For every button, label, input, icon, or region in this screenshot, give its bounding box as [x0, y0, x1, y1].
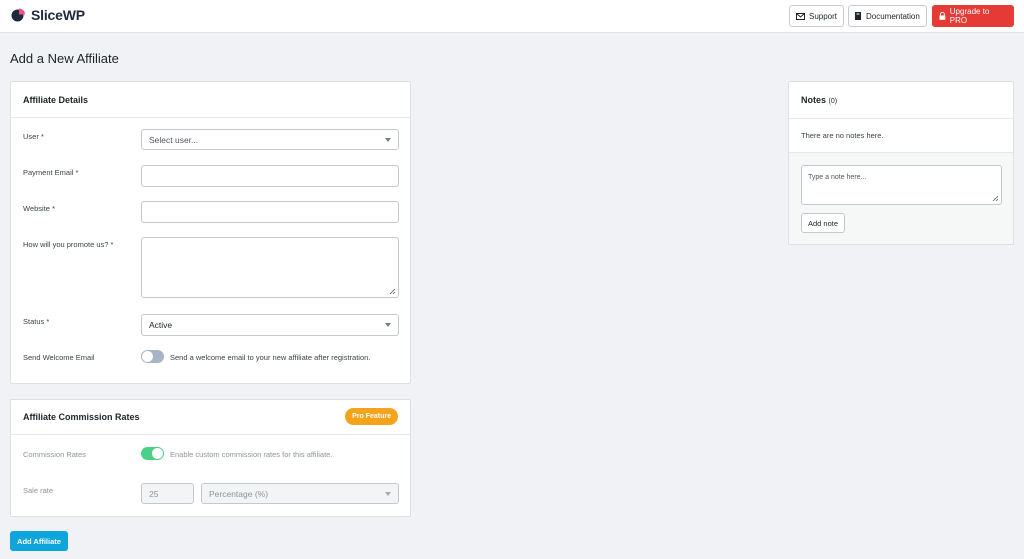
note-textarea[interactable]: Type a note here... — [801, 165, 1002, 205]
commission-rates-description: Enable custom commission rates for this … — [170, 450, 333, 459]
chevron-down-icon — [385, 323, 391, 327]
user-select-placeholder: Select user... — [149, 135, 199, 145]
note-placeholder: Type a note here... — [808, 174, 867, 181]
user-label: User * — [23, 132, 44, 141]
chevron-down-icon — [385, 138, 391, 142]
status-select-value: Active — [149, 320, 173, 330]
support-button[interactable]: Support — [789, 5, 845, 27]
sale-rate-value: 25 — [149, 489, 159, 499]
notes-count: (0) — [828, 98, 838, 105]
commission-rates-toggle[interactable] — [141, 447, 164, 460]
top-bar: SliceWP Support Documentation Upgrade to… — [0, 0, 1024, 33]
page-title: Add a New Affiliate — [10, 51, 119, 66]
notes-empty-text: There are no notes here. — [801, 131, 884, 140]
sale-rate-type-select[interactable]: Percentage (%) — [201, 483, 399, 504]
mail-icon — [796, 12, 805, 20]
upgrade-to-pro-button[interactable]: Upgrade to PRO — [932, 5, 1014, 27]
commission-rates-title: Affiliate Commission Rates — [23, 412, 140, 422]
welcome-email-description: Send a welcome email to your new affilia… — [170, 353, 371, 362]
support-label: Support — [809, 11, 838, 21]
status-select[interactable]: Active — [141, 314, 399, 336]
toggle-knob — [142, 351, 153, 362]
pro-feature-badge: Pro Feature — [345, 408, 398, 425]
slicewp-logo-icon — [11, 8, 25, 22]
chevron-down-icon — [385, 492, 391, 496]
affiliate-details-header: Affiliate Details — [11, 82, 410, 118]
payment-email-label: Payment Email * — [23, 168, 79, 177]
commission-rates-label: Commission Rates — [23, 450, 86, 459]
sale-rate-type-value: Percentage (%) — [209, 489, 269, 499]
promote-label: How will you promote us? * — [23, 240, 114, 249]
add-note-button[interactable]: Add note — [801, 213, 846, 233]
sale-rate-label: Sale rate — [23, 486, 54, 495]
documentation-button[interactable]: Documentation — [848, 5, 927, 27]
commission-rates-header: Affiliate Commission Rates Pro Feature — [11, 400, 410, 435]
affiliate-details-title: Affiliate Details — [23, 95, 89, 105]
upgrade-label: Upgrade to PRO — [949, 7, 990, 25]
sale-rate-input[interactable]: 25 — [141, 483, 194, 504]
promote-textarea[interactable] — [141, 237, 399, 298]
toggle-knob — [152, 448, 163, 459]
notes-card: Notes (0) There are no notes here. Type … — [788, 81, 1014, 245]
affiliate-details-card: Affiliate Details User * Select user... … — [10, 81, 411, 384]
resize-handle-icon[interactable] — [992, 195, 999, 202]
welcome-email-toggle[interactable] — [141, 350, 164, 363]
welcome-email-label: Send Welcome Email — [23, 353, 95, 362]
notes-compose-area: Type a note here... Add note — [789, 152, 1013, 244]
add-affiliate-button[interactable]: Add Affiliate — [10, 531, 68, 551]
status-label: Status * — [23, 317, 50, 326]
payment-email-field[interactable] — [141, 165, 399, 187]
brand-logo[interactable]: SliceWP — [10, 7, 85, 23]
book-icon — [855, 12, 861, 20]
lock-icon — [939, 12, 946, 20]
website-field[interactable] — [141, 201, 399, 223]
notes-title: Notes (0) — [801, 95, 838, 105]
brand-name: SliceWP — [31, 7, 85, 23]
commission-rates-card: Affiliate Commission Rates Pro Feature C… — [10, 399, 411, 517]
documentation-label: Documentation — [866, 11, 920, 21]
website-label: Website * — [23, 204, 55, 213]
notes-header: Notes (0) — [789, 82, 1013, 119]
user-select[interactable]: Select user... — [141, 129, 399, 150]
resize-handle-icon[interactable] — [389, 288, 396, 295]
